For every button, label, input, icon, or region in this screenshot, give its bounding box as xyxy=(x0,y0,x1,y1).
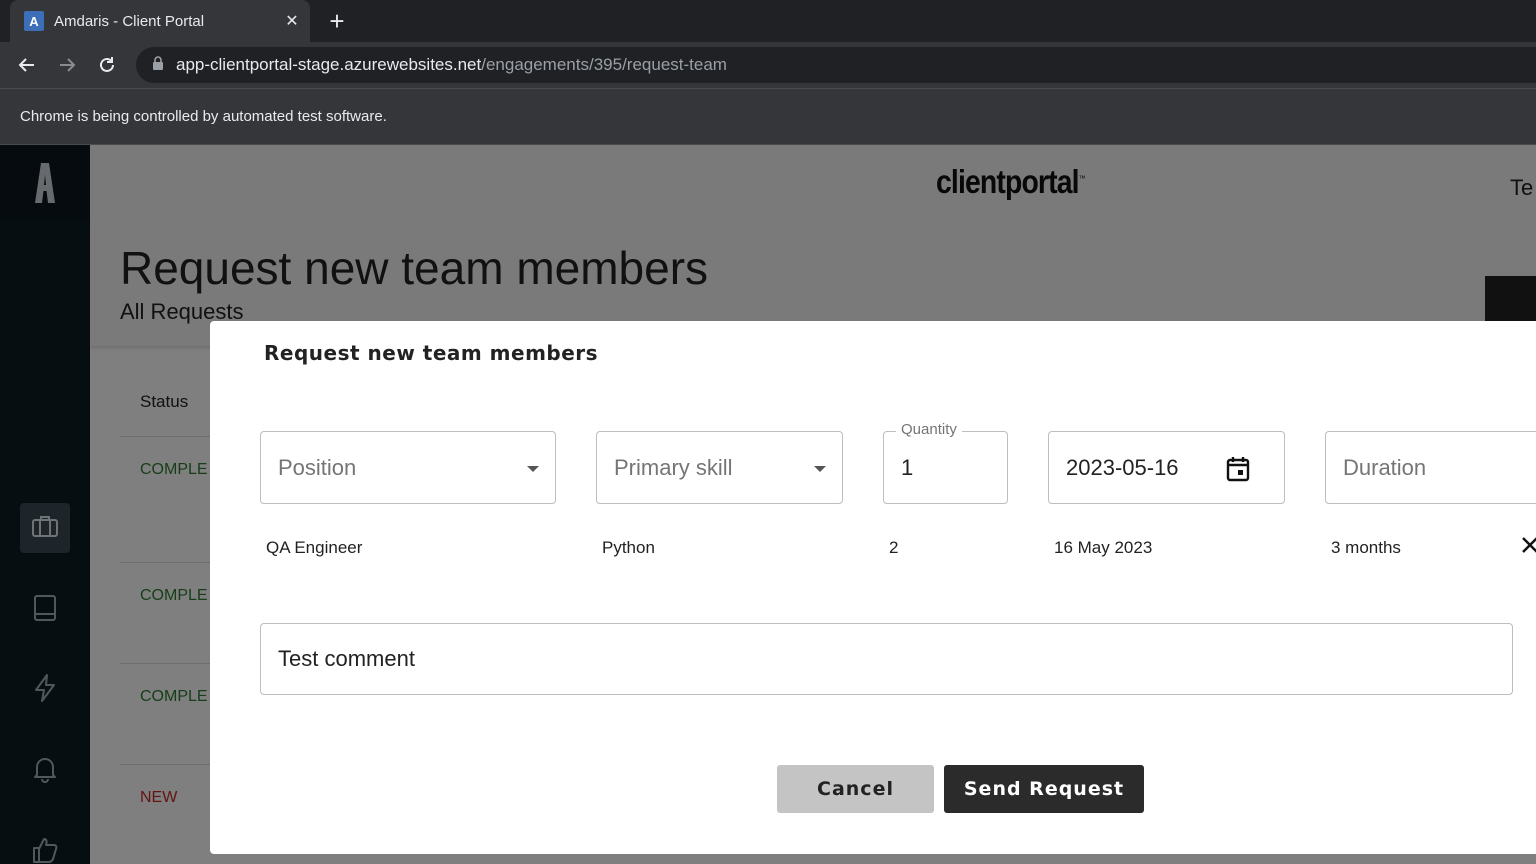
address-bar[interactable]: app-clientportal-stage.azurewebsites.net… xyxy=(136,47,1536,83)
duration-select[interactable]: Duration xyxy=(1325,431,1536,504)
chevron-down-icon xyxy=(814,466,826,472)
tab-close-icon[interactable]: ✕ xyxy=(274,11,310,31)
quantity-value: 1 xyxy=(901,454,914,480)
new-tab-icon[interactable]: + xyxy=(322,6,352,36)
browser-tabstrip: A Amdaris - Client Portal ✕ + xyxy=(0,0,1536,42)
position-placeholder: Position xyxy=(278,454,357,480)
back-icon[interactable] xyxy=(11,49,43,81)
request-team-dialog: Request new team members Position Primar… xyxy=(210,321,1536,854)
request-position: QA Engineer xyxy=(266,538,363,557)
quantity-label: Quantity xyxy=(896,421,962,438)
quantity-input[interactable]: Quantity 1 xyxy=(883,421,1008,504)
favicon-icon: A xyxy=(24,11,44,31)
browser-tab[interactable]: A Amdaris - Client Portal ✕ xyxy=(10,0,310,42)
browser-toolbar: app-clientportal-stage.azurewebsites.net… xyxy=(0,42,1536,88)
comment-field[interactable]: Test comment xyxy=(260,623,1513,695)
request-start-date: 16 May 2023 xyxy=(1054,538,1153,557)
dialog-title: Request new team members xyxy=(264,341,599,365)
lock-icon xyxy=(152,55,164,75)
primary-skill-select[interactable]: Primary skill xyxy=(596,431,843,504)
url-host: app-clientportal-stage.azurewebsites.net xyxy=(176,55,482,74)
forward-icon[interactable] xyxy=(51,49,83,81)
remove-row-icon[interactable] xyxy=(1518,533,1536,557)
request-duration: 3 months xyxy=(1331,538,1401,557)
url-path: /engagements/395/request-team xyxy=(481,55,727,74)
start-date-value: 2023-05-16 xyxy=(1066,454,1179,480)
request-skill: Python xyxy=(602,538,655,557)
url-text: app-clientportal-stage.azurewebsites.net… xyxy=(176,55,727,75)
duration-placeholder: Duration xyxy=(1343,454,1427,480)
tab-title: Amdaris - Client Portal xyxy=(54,12,205,30)
app-viewport: clientportal™ Te Request new team member… xyxy=(0,145,1536,864)
reload-icon[interactable] xyxy=(91,49,123,81)
request-quantity: 2 xyxy=(889,538,899,557)
position-select[interactable]: Position xyxy=(260,431,556,504)
infobar-text: Chrome is being controlled by automated … xyxy=(20,108,387,125)
chevron-down-icon xyxy=(527,466,539,472)
send-request-button[interactable]: Send Request xyxy=(944,765,1144,813)
primary-skill-placeholder: Primary skill xyxy=(614,454,733,480)
start-date-input[interactable]: 2023-05-16 xyxy=(1048,431,1285,504)
calendar-icon[interactable] xyxy=(1226,456,1250,487)
cancel-button[interactable]: Cancel xyxy=(777,765,934,813)
automation-infobar: Chrome is being controlled by automated … xyxy=(0,88,1536,145)
comment-value: Test comment xyxy=(278,646,415,671)
